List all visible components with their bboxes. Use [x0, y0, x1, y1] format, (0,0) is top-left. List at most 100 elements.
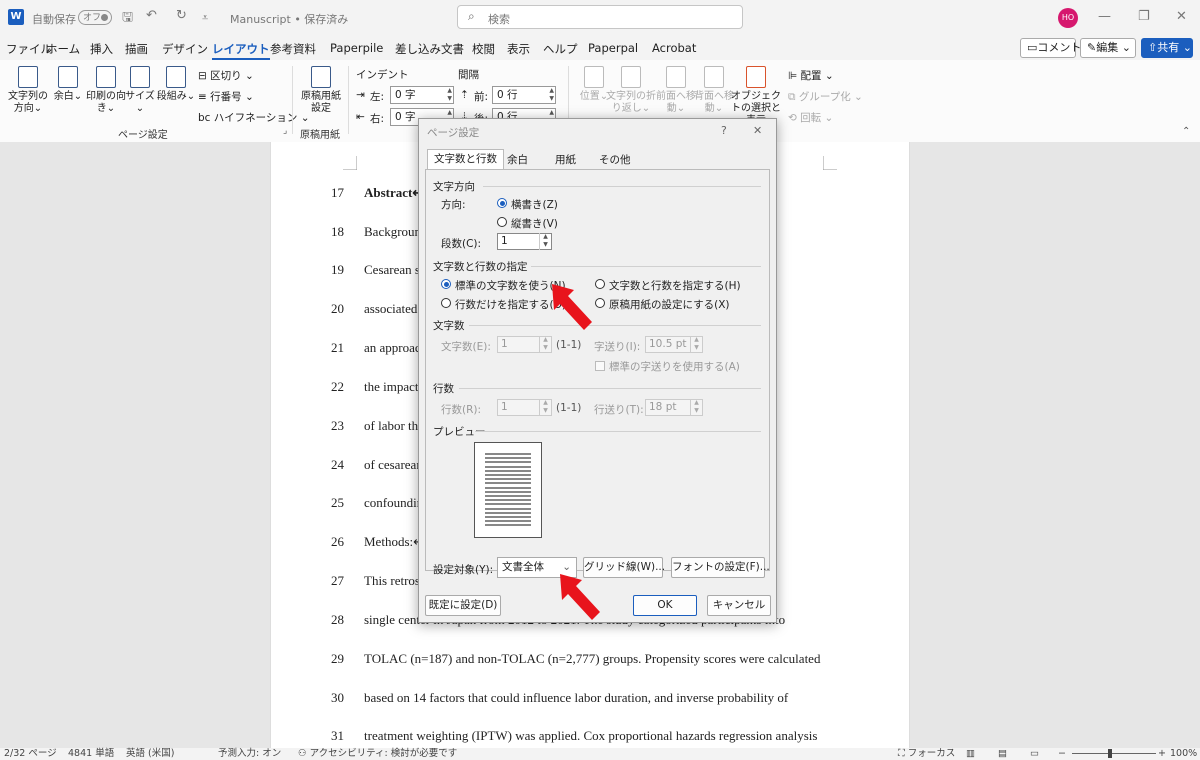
page-setup-group-label: ページ設定 [118, 130, 168, 141]
columns-input[interactable]: 1 ▲ ▼ [497, 233, 552, 250]
char-count-label: 文字数(E): [441, 341, 491, 353]
send-backward-button[interactable]: 背面へ移動⌄ [694, 66, 734, 115]
print-layout-icon[interactable]: ▤ [998, 748, 1007, 760]
tab-design[interactable]: デザイン [162, 41, 208, 57]
tab-other[interactable]: その他 [593, 151, 637, 170]
genko-setup-button[interactable]: 原稿用紙設定 [298, 66, 344, 115]
tab-layout[interactable]: レイアウト [212, 41, 270, 60]
vertical-label[interactable]: 縦書き(V) [511, 216, 558, 231]
tab-view[interactable]: 表示 [507, 41, 530, 57]
group-button[interactable]: ⧉ グループ化 ⌄ [788, 89, 863, 104]
send-backward-icon [704, 66, 724, 88]
search-icon: ⌕ [468, 9, 475, 23]
restore-icon[interactable]: ❐ [1138, 9, 1150, 24]
customize-qat-icon[interactable]: ⩡ [202, 11, 208, 25]
orientation-button[interactable]: 印刷の向き⌄ [86, 66, 126, 115]
page-count[interactable]: 2/32 ページ [4, 748, 57, 760]
genko-icon [311, 66, 331, 88]
char-pitch-input[interactable]: 10.5 pt ▲ ▼ [645, 336, 703, 353]
line-number: 29 [331, 651, 344, 666]
word-count[interactable]: 4841 単語 [68, 748, 114, 760]
section-grid: 文字数と行数の指定 [433, 261, 528, 273]
redo-icon[interactable]: ↻ [176, 8, 187, 23]
tab-margins[interactable]: 余白 [501, 151, 534, 170]
line-number: 26 [331, 534, 344, 549]
close-icon[interactable]: ✕ [753, 124, 762, 137]
web-layout-icon[interactable]: ▭ [1030, 748, 1039, 760]
zoom-out-icon[interactable]: − [1058, 748, 1066, 760]
tab-paperpal[interactable]: Paperpal [588, 41, 638, 55]
tab-mailings[interactable]: 差し込み文書 [395, 41, 464, 57]
columns-button[interactable]: 段組み⌄ [156, 66, 196, 103]
rotate-button[interactable]: ⟲ 回転 ⌄ [788, 110, 833, 125]
tab-help[interactable]: ヘルプ [543, 41, 578, 57]
std-pitch-checkbox[interactable] [595, 361, 605, 371]
comment-icon: ▭ [1027, 41, 1038, 54]
close-window-icon[interactable]: ✕ [1176, 9, 1187, 24]
zoom-slider-thumb[interactable] [1108, 749, 1112, 758]
set-default-button[interactable]: 既定に設定(D) [425, 595, 501, 616]
tab-paperpile[interactable]: Paperpile [330, 41, 383, 55]
tab-draw[interactable]: 描画 [125, 41, 148, 57]
align-icon: ⊫ [788, 70, 798, 82]
autosave-toggle[interactable]: オフ [78, 10, 112, 25]
text-direction-button[interactable]: 文字列の方向⌄ [8, 66, 48, 115]
zoom-in-icon[interactable]: + [1158, 748, 1166, 760]
char-count-input[interactable]: 1 ▲ ▼ [497, 336, 552, 353]
breaks-button[interactable]: ⊟ 区切り ⌄ [198, 68, 254, 83]
horizontal-label[interactable]: 横書き(Z) [511, 197, 558, 212]
cancel-button[interactable]: キャンセル [707, 595, 771, 616]
font-settings-button[interactable]: フォントの設定(F)... [671, 557, 770, 578]
focus-button[interactable]: ⛶ フォーカス [898, 748, 955, 760]
tab-review[interactable]: 校閲 [472, 41, 495, 57]
ok-button[interactable]: OK [633, 595, 697, 616]
size-button[interactable]: サイズ⌄ [122, 66, 158, 115]
read-mode-icon[interactable]: ▥ [966, 748, 975, 760]
language[interactable]: 英語 (米国) [126, 748, 174, 760]
zoom-slider[interactable] [1072, 753, 1156, 754]
line-text: Methods:↵ [364, 534, 425, 549]
wrap-text-button[interactable]: 文字列の折り返し⌄ [604, 66, 658, 115]
minimize-icon[interactable]: — [1098, 9, 1111, 24]
line-count-input[interactable]: 1 ▲ ▼ [497, 399, 552, 416]
align-button[interactable]: ⊫ 配置 ⌄ [788, 68, 834, 83]
genko-label[interactable]: 原稿用紙の設定にする(X) [609, 297, 730, 312]
accessibility-status[interactable]: ⚇ アクセシビリティ: 検討が必要です [298, 748, 457, 760]
indent-left-input[interactable]: 0 字 [390, 86, 454, 104]
margins-button[interactable]: 余白⌄ [50, 66, 86, 103]
search-placeholder: 検索 [488, 13, 510, 26]
radio-vertical[interactable] [497, 217, 507, 227]
bring-forward-button[interactable]: 前面へ移動⌄ [656, 66, 696, 115]
undo-icon[interactable]: ↶ [146, 8, 157, 23]
spacing-before-input[interactable]: 0 行 [492, 86, 556, 104]
page-corner-mark [823, 156, 837, 170]
page-corner-mark [343, 156, 357, 170]
tab-paper[interactable]: 用紙 [549, 151, 582, 170]
line-numbers-button[interactable]: ≡ 行番号 ⌄ [198, 89, 254, 104]
tab-acrobat[interactable]: Acrobat [652, 41, 696, 55]
tab-references[interactable]: 参考資料 [270, 41, 316, 57]
tab-home[interactable]: ホーム [46, 41, 80, 57]
radio-lines-only[interactable] [441, 298, 451, 308]
tab-insert[interactable]: 挿入 [90, 41, 113, 57]
text-prediction[interactable]: 予測入力: オン [218, 748, 281, 760]
comment-button[interactable]: ▭コメント [1020, 38, 1081, 58]
page-setup-launcher-icon[interactable]: ⌟ [283, 126, 287, 136]
radio-horizontal[interactable] [497, 198, 507, 208]
save-icon[interactable]: 🖫 [122, 8, 133, 30]
ribbon-tabs: ファイル ホーム 挿入 描画 デザイン レイアウト 参考資料 Paperpile… [0, 36, 1200, 60]
share-button[interactable]: ⇧共有 ⌄ [1141, 38, 1193, 58]
search-box[interactable]: ⌕ 検索 [457, 5, 743, 29]
tab-chars-lines[interactable]: 文字数と行数 [427, 149, 504, 170]
specify-chars-lines-label[interactable]: 文字数と行数を指定する(H) [609, 278, 741, 293]
collapse-ribbon-icon[interactable]: ⌃ [1182, 126, 1190, 137]
help-icon[interactable]: ? [721, 124, 727, 137]
word-app-icon: W [8, 9, 24, 25]
line-pitch-input[interactable]: 18 pt ▲ ▼ [645, 399, 703, 416]
edit-mode-button[interactable]: ✎編集 ⌄ [1080, 38, 1136, 58]
line-text: Backgroun [364, 224, 422, 239]
zoom-level[interactable]: 100% [1170, 748, 1197, 760]
document-title[interactable]: Manuscript • 保存済み [230, 11, 348, 27]
radio-standard-chars[interactable] [441, 279, 451, 289]
avatar[interactable]: HO [1058, 8, 1078, 28]
